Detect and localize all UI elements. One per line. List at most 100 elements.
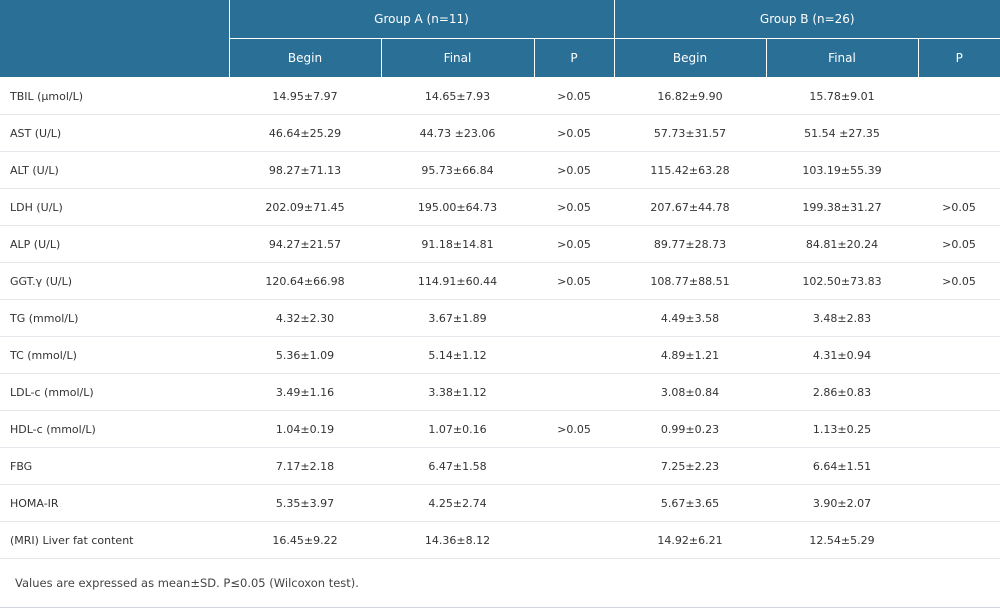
group-b-begin-cell: 108.77±88.51 (614, 262, 766, 300)
group-a-final-cell: 1.07±0.16 (381, 410, 534, 448)
group-a-p-cell: >0.05 (534, 225, 614, 263)
row-label: GGT.γ (U/L) (0, 262, 229, 300)
group-a-final-cell: 114.91±60.44 (381, 262, 534, 300)
group-b-begin-cell: 5.67±3.65 (614, 484, 766, 522)
group-b-begin-cell: 207.67±44.78 (614, 188, 766, 226)
group-header-row: Group A (n=11) Group B (n=26) (0, 0, 1000, 78)
group-b-p-cell (918, 521, 1000, 559)
table-row: LDL-c (mmol/L) 3.49±1.16 3.38±1.12 3.08±0.8… (0, 373, 1000, 411)
group-b-final-cell: 3.48±2.83 (766, 299, 918, 337)
group-a-p-cell: >0.05 (534, 77, 614, 115)
group-a-final-cell: 14.36±8.12 (381, 521, 534, 559)
group-b-final-cell: 84.81±20.24 (766, 225, 918, 263)
group-a-p-cell: >0.05 (534, 410, 614, 448)
group-b-begin-cell: 4.89±1.21 (614, 336, 766, 374)
row-label: TG (mmol/L) (0, 299, 229, 337)
group-a-final-cell: 195.00±64.73 (381, 188, 534, 226)
table-row: TC (mmol/L) 5.36±1.09 5.14±1.12 4.89±1.21 4.… (0, 336, 1000, 374)
group-a-begin-cell: 14.95±7.97 (229, 77, 381, 115)
group-a-final-cell: 6.47±1.58 (381, 447, 534, 485)
group-a-final-cell: 4.25±2.74 (381, 484, 534, 522)
group-b-final-cell: 4.31±0.94 (766, 336, 918, 374)
group-b-begin-cell: 57.73±31.57 (614, 114, 766, 152)
group-a-begin-cell: 1.04±0.19 (229, 410, 381, 448)
row-label: AST (U/L) (0, 114, 229, 152)
group-a-begin-cell: 202.09±71.45 (229, 188, 381, 226)
group-a-p-cell (534, 521, 614, 559)
group-b-p-cell: >0.05 (918, 225, 1000, 263)
group-b-final-cell: 12.54±5.29 (766, 521, 918, 559)
group-a-p-cell: >0.05 (534, 151, 614, 189)
group-b-final-cell: 102.50±73.83 (766, 262, 918, 300)
group-a-final-cell: 3.38±1.12 (381, 373, 534, 411)
col-b-p: P (917, 38, 1000, 78)
group-a-final-cell: 3.67±1.89 (381, 299, 534, 337)
group-b-begin-cell: 16.82±9.90 (614, 77, 766, 115)
group-a-p-cell (534, 447, 614, 485)
group-b-p-cell: >0.05 (918, 188, 1000, 226)
table-row: (MRI) Liver fat content 16.45±9.22 14.36±8… (0, 521, 1000, 559)
table-row: GGT.γ (U/L) 120.64±66.98 114.91±60.44 >0.05… (0, 262, 1000, 300)
group-a-begin-cell: 98.27±71.13 (229, 151, 381, 189)
footnote: Values are expressed as mean±SD. P≤0.05 … (0, 559, 1000, 608)
row-label: TC (mmol/L) (0, 336, 229, 374)
table-row: ALP (U/L) 94.27±21.57 91.18±14.81 >0.05 89.7… (0, 225, 1000, 263)
results-table: Group A (n=11) Group B (n=26) Begin Fina… (0, 0, 1000, 559)
group-b-p-cell (918, 299, 1000, 337)
group-b-begin-cell: 115.42±63.28 (614, 151, 766, 189)
group-a-begin-cell: 46.64±25.29 (229, 114, 381, 152)
group-b-final-cell: 15.78±9.01 (766, 77, 918, 115)
group-a-p-cell (534, 484, 614, 522)
table-body: TBIL (µmol/L) 14.95±7.97 14.65±7.93 >0.05 16… (0, 77, 1000, 559)
group-b-p-cell (918, 447, 1000, 485)
table-row: HOMA-IR 5.35±3.97 4.25±2.74 5.67±3.65 3.90±2… (0, 484, 1000, 522)
group-a-begin-cell: 5.35±3.97 (229, 484, 381, 522)
group-b-final-cell: 1.13±0.25 (766, 410, 918, 448)
group-b-p-cell: >0.05 (918, 262, 1000, 300)
group-a-p-cell: >0.05 (534, 188, 614, 226)
group-b-p-cell (918, 373, 1000, 411)
group-a-begin-cell: 5.36±1.09 (229, 336, 381, 374)
col-b-final: Final (765, 38, 918, 78)
group-a-p-cell (534, 299, 614, 337)
row-label: (MRI) Liver fat content (0, 521, 229, 559)
group-b-p-cell (918, 77, 1000, 115)
group-a-final-cell: 44.73 ±23.06 (381, 114, 534, 152)
group-a-begin-cell: 120.64±66.98 (229, 262, 381, 300)
group-b-p-cell (918, 336, 1000, 374)
group-b-p-cell (918, 410, 1000, 448)
group-a-header: Group A (n=11) (228, 0, 614, 39)
table-row: AST (U/L) 46.64±25.29 44.73 ±23.06 >0.05 57.… (0, 114, 1000, 152)
group-a-begin-cell: 3.49±1.16 (229, 373, 381, 411)
group-a-p-cell: >0.05 (534, 114, 614, 152)
row-label: HDL-c (mmol/L) (0, 410, 229, 448)
group-b-begin-cell: 3.08±0.84 (614, 373, 766, 411)
group-b-final-cell: 199.38±31.27 (766, 188, 918, 226)
group-a-begin-cell: 7.17±2.18 (229, 447, 381, 485)
col-a-begin: Begin (228, 38, 381, 78)
group-b-final-cell: 103.19±55.39 (766, 151, 918, 189)
group-a-begin-cell: 94.27±21.57 (229, 225, 381, 263)
row-label: FBG (0, 447, 229, 485)
group-b-begin-cell: 0.99±0.23 (614, 410, 766, 448)
row-label: HOMA-IR (0, 484, 229, 522)
group-a-final-cell: 14.65±7.93 (381, 77, 534, 115)
table-row: HDL-c (mmol/L) 1.04±0.19 1.07±0.16 >0.05 0.9… (0, 410, 1000, 448)
group-a-final-cell: 95.73±66.84 (381, 151, 534, 189)
group-b-p-cell (918, 484, 1000, 522)
col-a-p: P (533, 38, 614, 78)
group-a-begin-cell: 4.32±2.30 (229, 299, 381, 337)
group-a-p-cell (534, 373, 614, 411)
table-row: FBG 7.17±2.18 6.47±1.58 7.25±2.23 6.64±1.51 (0, 447, 1000, 485)
table-row: TG (mmol/L) 4.32±2.30 3.67±1.89 4.49±3.58 3.… (0, 299, 1000, 337)
row-label: LDH (U/L) (0, 188, 229, 226)
group-b-begin-cell: 7.25±2.23 (614, 447, 766, 485)
group-b-final-cell: 51.54 ±27.35 (766, 114, 918, 152)
group-b-final-cell: 6.64±1.51 (766, 447, 918, 485)
group-a-final-cell: 5.14±1.12 (381, 336, 534, 374)
group-a-p-cell: >0.05 (534, 262, 614, 300)
group-a-p-cell (534, 336, 614, 374)
col-a-final: Final (380, 38, 534, 78)
table-row: TBIL (µmol/L) 14.95±7.97 14.65±7.93 >0.05 16… (0, 77, 1000, 115)
table-row: ALT (U/L) 98.27±71.13 95.73±66.84 >0.05 115.… (0, 151, 1000, 189)
